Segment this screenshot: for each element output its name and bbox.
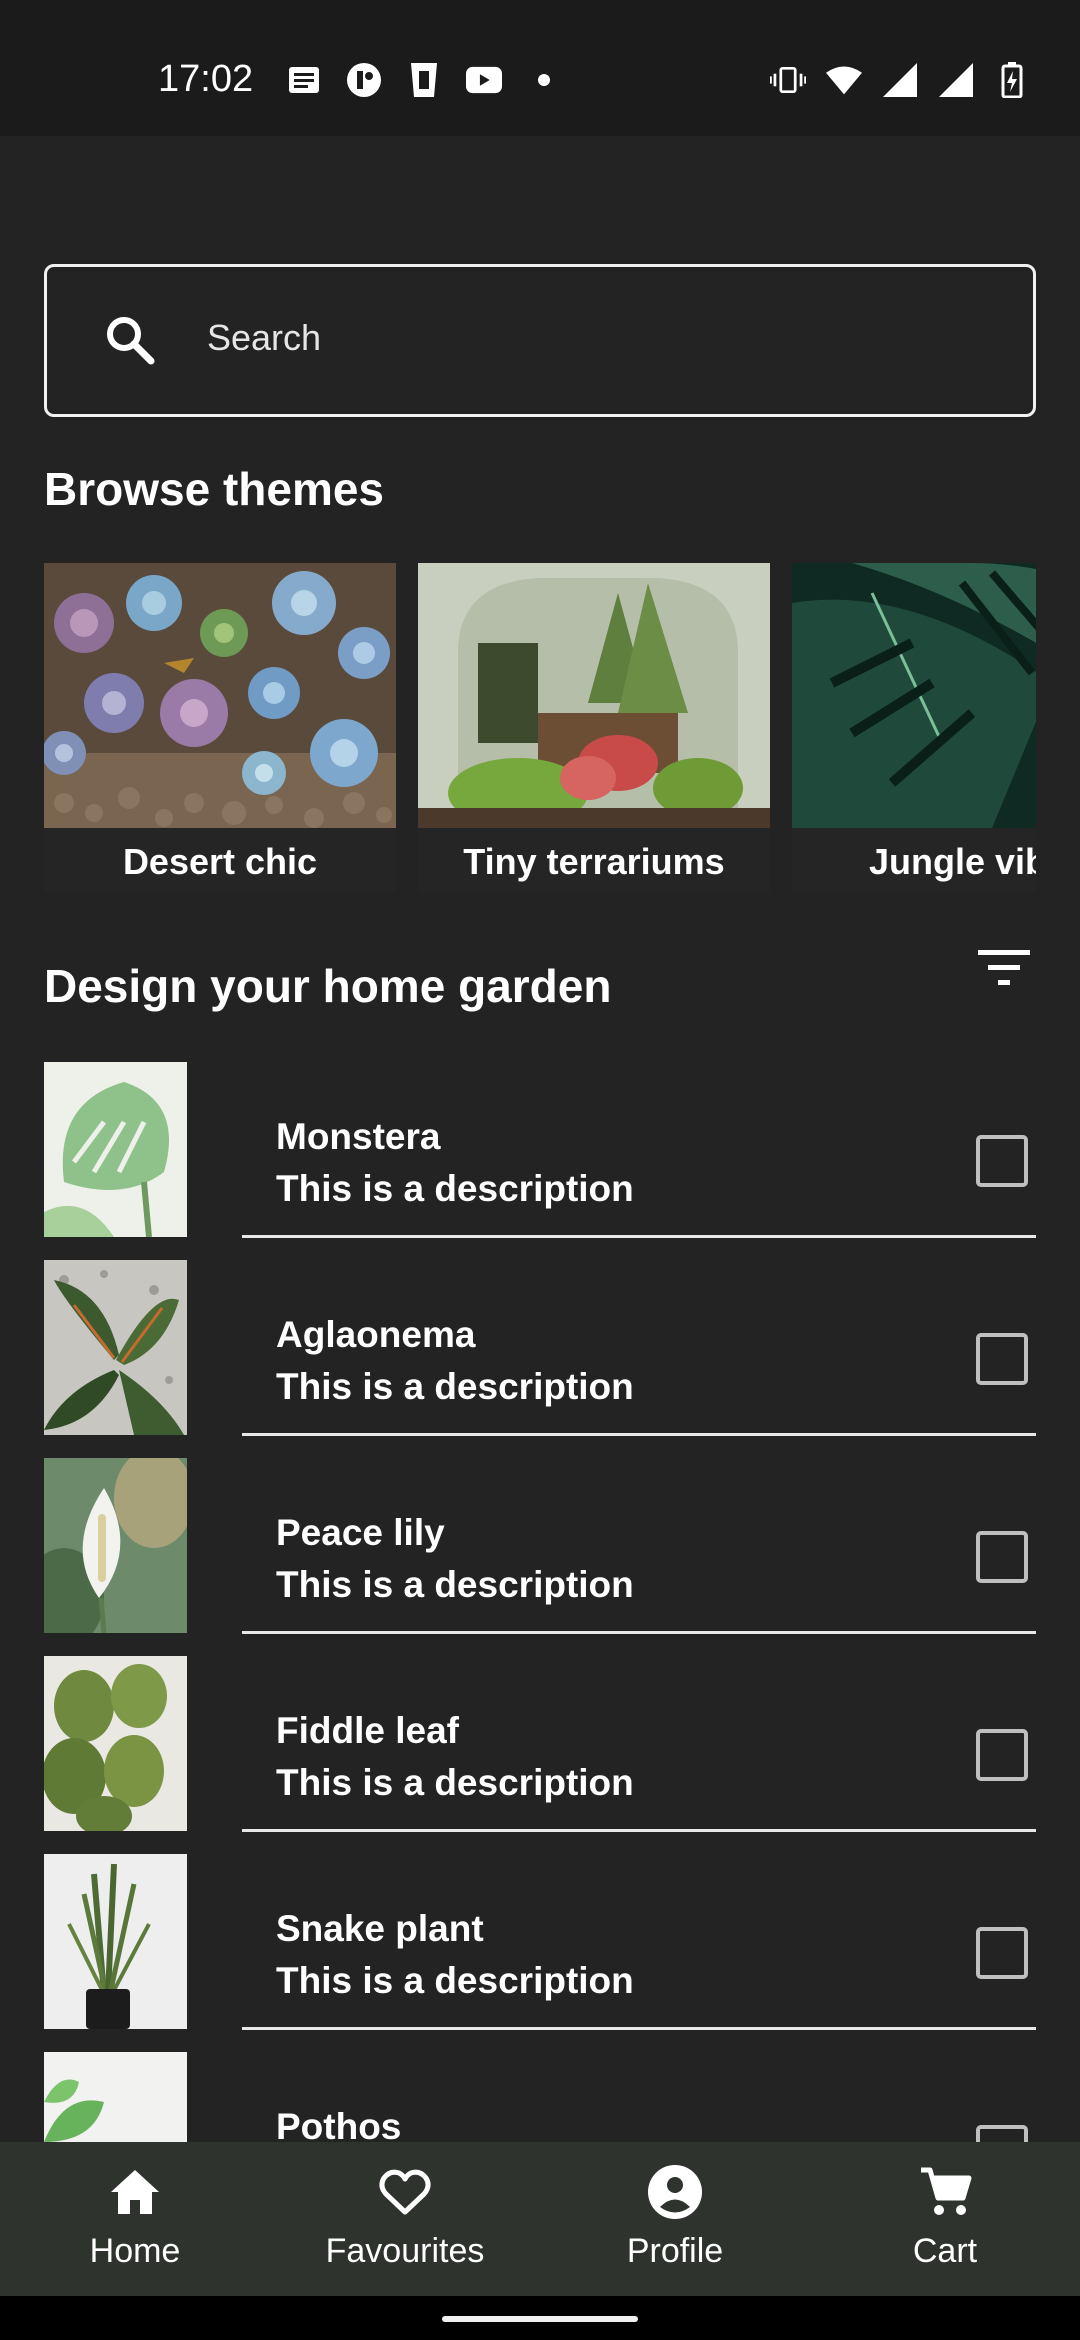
plant-description: This is a description (276, 1564, 634, 1605)
filter-icon[interactable] (976, 946, 1032, 990)
theme-card-desert-chic[interactable]: Desert chic (44, 563, 396, 893)
plant-image-peace-lily (44, 1458, 187, 1633)
heart-icon (377, 2164, 433, 2220)
plant-description: This is a description (276, 1366, 634, 1407)
dot-icon (526, 62, 562, 98)
nav-label: Profile (626, 2232, 724, 2270)
vibrate-icon (770, 62, 806, 98)
nav-label: Favourites (325, 2232, 485, 2270)
plant-row-peace-lily[interactable]: Peace lily This is a description (44, 1458, 1036, 1634)
plant-name: Peace lily (276, 1512, 445, 1553)
cart-icon (917, 2164, 973, 2220)
plant-checkbox[interactable] (976, 1729, 1028, 1781)
browse-themes-title: Browse themes (44, 463, 385, 515)
nav-label: Cart (912, 2232, 978, 2270)
home-gesture-handle[interactable] (442, 2316, 638, 2322)
plant-row-aglaonema[interactable]: Aglaonema This is a description (44, 1260, 1036, 1436)
plant-name: Snake plant (276, 1908, 484, 1949)
themes-carousel[interactable]: Desert chic Tiny terrariums Jungle vi (44, 563, 1036, 893)
plant-row-monstera[interactable]: Monstera This is a description (44, 1062, 1036, 1238)
theme-image-jungle-vibe (792, 563, 1036, 828)
status-system-icons (770, 62, 1030, 98)
wifi-icon (826, 62, 862, 98)
battery-charging-icon (994, 62, 1030, 98)
nav-home[interactable]: Home (25, 2142, 245, 2296)
theme-card-jungle-vibe[interactable]: Jungle vibe (792, 563, 1036, 893)
theme-label: Tiny terrariums (463, 841, 725, 882)
status-bar: 17:02 (0, 0, 1080, 136)
theme-image-tiny-terrariums (418, 563, 770, 828)
plant-image-aglaonema (44, 1260, 187, 1435)
signal-icon (938, 62, 974, 98)
news-icon (286, 62, 322, 98)
plant-image-fiddle-leaf (44, 1656, 187, 1831)
status-time: 17:02 (158, 58, 254, 100)
plant-checkbox[interactable] (976, 1333, 1028, 1385)
theme-label: Desert chic (122, 841, 318, 882)
signal-icon (882, 62, 918, 98)
plant-checkbox[interactable] (976, 1135, 1028, 1187)
status-notification-icons (286, 62, 562, 98)
plant-image-monstera (44, 1062, 187, 1237)
profile-icon (647, 2164, 703, 2220)
plant-description: This is a description (276, 1168, 634, 1209)
nav-profile[interactable]: Profile (565, 2142, 785, 2296)
app-icon (346, 62, 382, 98)
divider (242, 1829, 1036, 1832)
cup-icon (406, 62, 442, 98)
plant-image-snake-plant (44, 1854, 187, 2029)
theme-card-tiny-terrariums[interactable]: Tiny terrariums (418, 563, 770, 893)
nav-label: Home (89, 2232, 181, 2270)
gesture-bar (0, 2296, 1080, 2340)
bottom-navigation: Home Favourites Profile Cart (0, 2142, 1080, 2296)
plant-checkbox[interactable] (976, 1927, 1028, 1979)
nav-cart[interactable]: Cart (835, 2142, 1055, 2296)
plant-checkbox[interactable] (976, 1531, 1028, 1583)
home-icon (107, 2164, 163, 2220)
theme-label: Jungle vibe (868, 841, 1036, 882)
theme-image-desert-chic (44, 563, 396, 828)
search-bar[interactable]: Search (44, 264, 1036, 417)
divider (242, 1631, 1036, 1634)
plant-name: Fiddle leaf (276, 1710, 459, 1751)
plant-name: Aglaonema (276, 1314, 476, 1355)
search-icon (99, 309, 163, 373)
nav-favourites[interactable]: Favourites (295, 2142, 515, 2296)
plant-description: This is a description (276, 1762, 634, 1803)
search-input[interactable]: Search (207, 317, 321, 359)
youtube-icon (466, 62, 502, 98)
garden-title: Design your home garden (44, 960, 612, 1012)
plant-description: This is a description (276, 1960, 634, 2001)
divider (242, 2027, 1036, 2030)
plant-row-snake-plant[interactable]: Snake plant This is a description (44, 1854, 1036, 2030)
divider (242, 1235, 1036, 1238)
divider (242, 1433, 1036, 1436)
plant-name: Monstera (276, 1116, 441, 1157)
plant-row-fiddle-leaf[interactable]: Fiddle leaf This is a description (44, 1656, 1036, 1832)
